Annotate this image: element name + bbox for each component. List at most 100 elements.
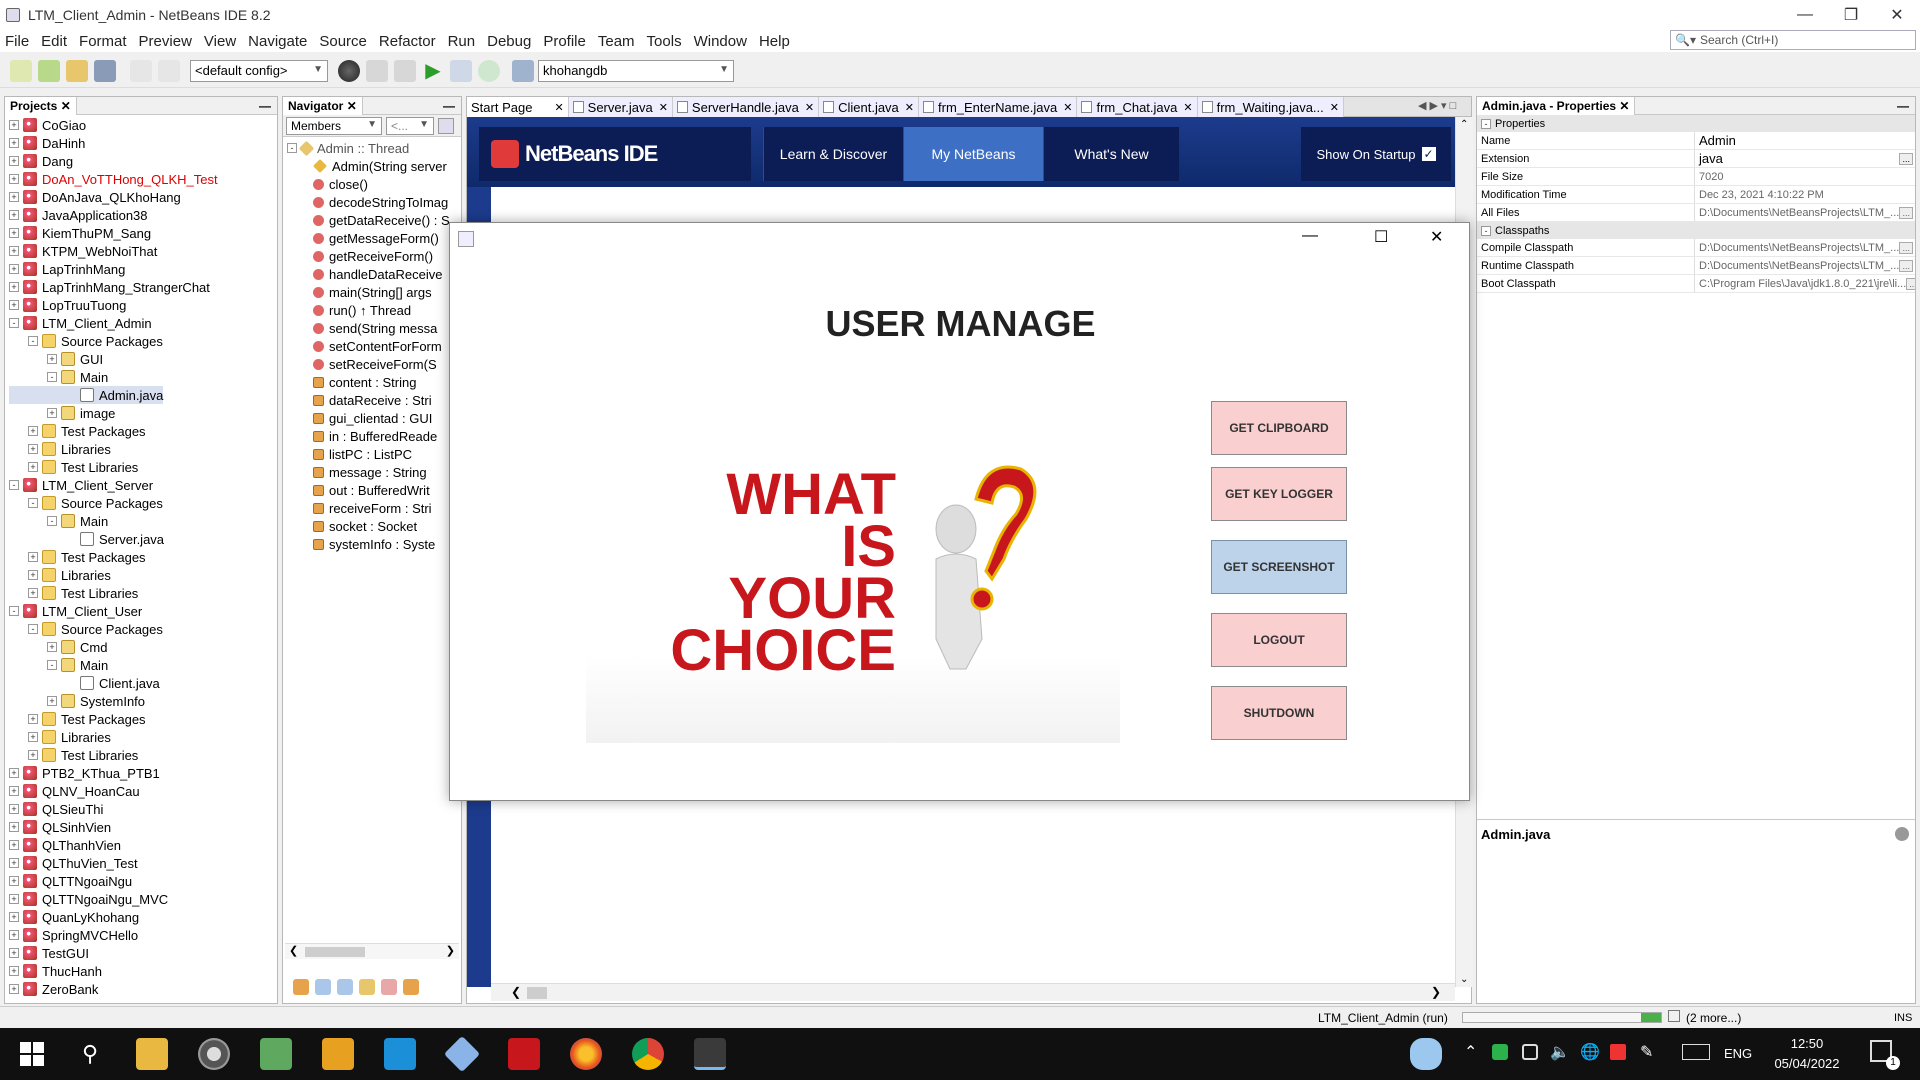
- expand-icon[interactable]: +: [9, 858, 19, 868]
- dialog-maximize-button[interactable]: ☐: [1374, 227, 1388, 247]
- expand-icon[interactable]: +: [9, 228, 19, 238]
- run-icon[interactable]: ▶: [422, 60, 444, 82]
- navigator-member[interactable]: setContentForForm: [313, 337, 461, 355]
- firefox-icon[interactable]: [570, 1038, 602, 1070]
- project-tree-item[interactable]: - LTM_Client_Admin: [9, 314, 277, 332]
- close-button[interactable]: ✕: [1874, 0, 1920, 30]
- project-tree-item[interactable]: + DoAnJava_QLKhoHang: [9, 188, 277, 206]
- collapse-icon[interactable]: -: [9, 318, 19, 328]
- navigator-member[interactable]: getReceiveForm(): [313, 247, 461, 265]
- project-tree-item[interactable]: + DaHinh: [9, 134, 277, 152]
- expand-icon[interactable]: +: [47, 354, 57, 364]
- expand-icon[interactable]: +: [9, 174, 19, 184]
- property-section[interactable]: - Classpaths: [1477, 222, 1915, 239]
- open-project-icon[interactable]: [66, 59, 88, 82]
- expand-icon[interactable]: +: [9, 120, 19, 130]
- build-hammer-icon[interactable]: [366, 59, 388, 82]
- project-tree-item[interactable]: + Libraries: [9, 566, 277, 584]
- project-tree-item[interactable]: - LTM_Client_Server: [9, 476, 277, 494]
- property-value[interactable]: C:\Program Files\Java\jdk1.8.0_221\jre\l…: [1695, 275, 1915, 292]
- property-row[interactable]: Runtime Classpath D:\Documents\NetBeansPr…: [1477, 257, 1915, 275]
- navigator-member[interactable]: receiveForm : Stri: [313, 499, 461, 517]
- expand-icon[interactable]: +: [28, 462, 38, 472]
- project-tree-item[interactable]: + KTPM_WebNoiThat: [9, 242, 277, 260]
- filter-icon[interactable]: [381, 979, 397, 995]
- project-tree-item[interactable]: - Source Packages: [9, 494, 277, 512]
- filter-icon[interactable]: [315, 979, 331, 995]
- project-tree-item[interactable]: Client.java: [9, 674, 277, 692]
- expand-icon[interactable]: +: [9, 246, 19, 256]
- expand-icon[interactable]: +: [9, 948, 19, 958]
- project-tree-item[interactable]: + CoGiao: [9, 116, 277, 134]
- expand-icon[interactable]: +: [9, 840, 19, 850]
- project-tree-item[interactable]: + TestGUI: [9, 944, 277, 962]
- expand-icon[interactable]: +: [9, 282, 19, 292]
- save-all-icon[interactable]: [94, 59, 116, 82]
- project-tree-item[interactable]: + Test Packages: [9, 548, 277, 566]
- menu-file[interactable]: File: [0, 33, 36, 50]
- navigator-member[interactable]: dataReceive : Stri: [313, 391, 461, 409]
- menu-view[interactable]: View: [199, 33, 243, 50]
- menu-window[interactable]: Window: [689, 33, 754, 50]
- navigator-member[interactable]: in : BufferedReade: [313, 427, 461, 445]
- editor-tab[interactable]: Server.java ✕: [568, 97, 673, 117]
- tab-close-icon[interactable]: ✕: [1330, 101, 1339, 114]
- redo-icon[interactable]: [158, 59, 180, 82]
- expand-icon[interactable]: +: [9, 264, 19, 274]
- project-tree-item[interactable]: - Main: [9, 656, 277, 674]
- project-tree-item[interactable]: + ThucHanh: [9, 962, 277, 980]
- navigator-member[interactable]: message : String: [313, 463, 461, 481]
- editor-tab[interactable]: Client.java ✕: [819, 97, 920, 117]
- dialog-minimize-button[interactable]: —: [1302, 227, 1318, 245]
- collapse-icon[interactable]: -: [1481, 225, 1491, 236]
- property-value[interactable]: D:\Documents\NetBeansProjects\LTM_......: [1695, 239, 1915, 256]
- collapse-icon[interactable]: -: [9, 606, 19, 616]
- filter-icon[interactable]: [403, 979, 419, 995]
- menu-help[interactable]: Help: [754, 33, 797, 50]
- tab-close-icon[interactable]: ✕: [659, 101, 668, 114]
- filter-icon[interactable]: [293, 979, 309, 995]
- chrome-icon[interactable]: [632, 1038, 664, 1070]
- project-tree-item[interactable]: + SpringMVCHello: [9, 926, 277, 944]
- expand-icon[interactable]: +: [9, 786, 19, 796]
- editor-tab[interactable]: frm_Chat.java ✕: [1077, 97, 1198, 117]
- collapse-icon[interactable]: -: [28, 624, 38, 634]
- startpage-nav-item[interactable]: Learn & Discover: [763, 127, 903, 181]
- projects-tab[interactable]: Projects ✕: [5, 96, 77, 115]
- expand-icon[interactable]: +: [9, 930, 19, 940]
- property-value[interactable]: java...: [1695, 150, 1915, 167]
- battery-icon[interactable]: [1522, 1044, 1538, 1060]
- expand-icon[interactable]: +: [28, 444, 38, 454]
- collapse-icon[interactable]: -: [47, 516, 57, 526]
- project-tree-item[interactable]: + ZeroBank: [9, 980, 277, 998]
- property-value[interactable]: 7020: [1695, 168, 1915, 185]
- project-tree-item[interactable]: + DoAn_VoTTHong_QLKH_Test: [9, 170, 277, 188]
- menu-run[interactable]: Run: [443, 33, 483, 50]
- property-row[interactable]: Extension java...: [1477, 150, 1915, 168]
- network-icon[interactable]: 🌐: [1580, 1042, 1600, 1062]
- profile-icon[interactable]: [478, 59, 500, 82]
- expand-icon[interactable]: +: [28, 552, 38, 562]
- pen-icon[interactable]: ✎: [1640, 1042, 1653, 1062]
- project-tree-item[interactable]: + QLTTNgoaiNgu_MVC: [9, 890, 277, 908]
- project-tree-item[interactable]: - Main: [9, 512, 277, 530]
- expand-icon[interactable]: +: [28, 750, 38, 760]
- database-icon[interactable]: [512, 59, 534, 82]
- project-tree-item[interactable]: - Source Packages: [9, 620, 277, 638]
- project-tree-item[interactable]: + Test Libraries: [9, 746, 277, 764]
- property-editor-button[interactable]: ...: [1899, 152, 1913, 165]
- clock-date[interactable]: 05/04/2022: [1766, 1056, 1848, 1071]
- expand-icon[interactable]: +: [9, 804, 19, 814]
- navigator-member[interactable]: run() ↑ Thread: [313, 301, 461, 319]
- property-row[interactable]: Modification Time Dec 23, 2021 4:10:22 PM: [1477, 186, 1915, 204]
- minimize-panel-icon[interactable]: —: [1897, 99, 1909, 113]
- property-editor-button[interactable]: ...: [1899, 259, 1913, 272]
- language-indicator[interactable]: ENG: [1724, 1046, 1752, 1061]
- filter-icon[interactable]: [337, 979, 353, 995]
- project-tree-item[interactable]: + Test Libraries: [9, 584, 277, 602]
- expand-icon[interactable]: +: [9, 300, 19, 310]
- sort-icon[interactable]: [438, 117, 454, 134]
- project-tree-item[interactable]: + QLSinhVien: [9, 818, 277, 836]
- project-tree-item[interactable]: + Cmd: [9, 638, 277, 656]
- navigator-member[interactable]: getDataReceive() : S: [313, 211, 461, 229]
